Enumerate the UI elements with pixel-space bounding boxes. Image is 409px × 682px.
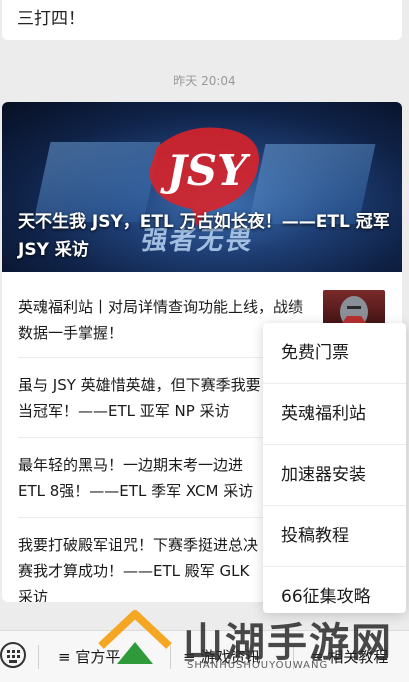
popup-item-collection-guide[interactable]: 66征集攻略: [263, 567, 406, 628]
bottom-menu-bar: ≡ 官方平 ≡ 游戏资讯 ≡ 相关教程: [0, 630, 409, 682]
menu-button-official[interactable]: ≡ 官方平: [58, 631, 120, 682]
popup-item-welfare-station[interactable]: 英魂福利站: [263, 384, 406, 445]
menu-button-tutorials[interactable]: ≡ 相关教程: [311, 631, 388, 682]
popup-item-free-tickets[interactable]: 免费门票: [263, 323, 406, 384]
article-item-title: 最年轻的黑马！一边期末考一边进ETL 8强！——ETL 季军 XCM 采访: [18, 456, 254, 500]
banner-headline[interactable]: 天不生我 JSY，ETL 万古如长夜！——ETL 冠军 JSY 采访: [18, 208, 393, 264]
menu-separator: [293, 645, 294, 669]
popup-menu: 免费门票 英魂福利站 加速器安装 投稿教程 66征集攻略: [263, 323, 406, 613]
menu-button-game-news[interactable]: ≡ 游戏资讯: [183, 631, 260, 682]
popup-item-submission-tutorial[interactable]: 投稿教程: [263, 506, 406, 567]
article-item-title: 我要打破殿军诅咒！下赛季挺进总决赛我才算成功！——ETL 殿军 GLK 采访: [18, 536, 259, 602]
previous-message-text: 三打四！: [17, 9, 85, 29]
article-item-title: 虽与 JSY 英雄惜英雄，但下赛季我要当冠军！——ETL 亚军 NP 采访: [18, 376, 261, 420]
jsy-logo-text: JSY: [160, 146, 251, 195]
keyboard-icon[interactable]: [0, 642, 26, 668]
message-timestamp: 昨天 20:04: [173, 74, 236, 88]
popup-item-accelerator-install[interactable]: 加速器安装: [263, 445, 406, 506]
article-banner[interactable]: JSY 强者无畏 天不生我 JSY，ETL 万古如长夜！——ETL 冠军 JSY…: [2, 102, 402, 272]
menu-separator: [38, 645, 39, 669]
menu-separator: [170, 645, 171, 669]
previous-message-card[interactable]: 三打四！: [2, 0, 402, 40]
